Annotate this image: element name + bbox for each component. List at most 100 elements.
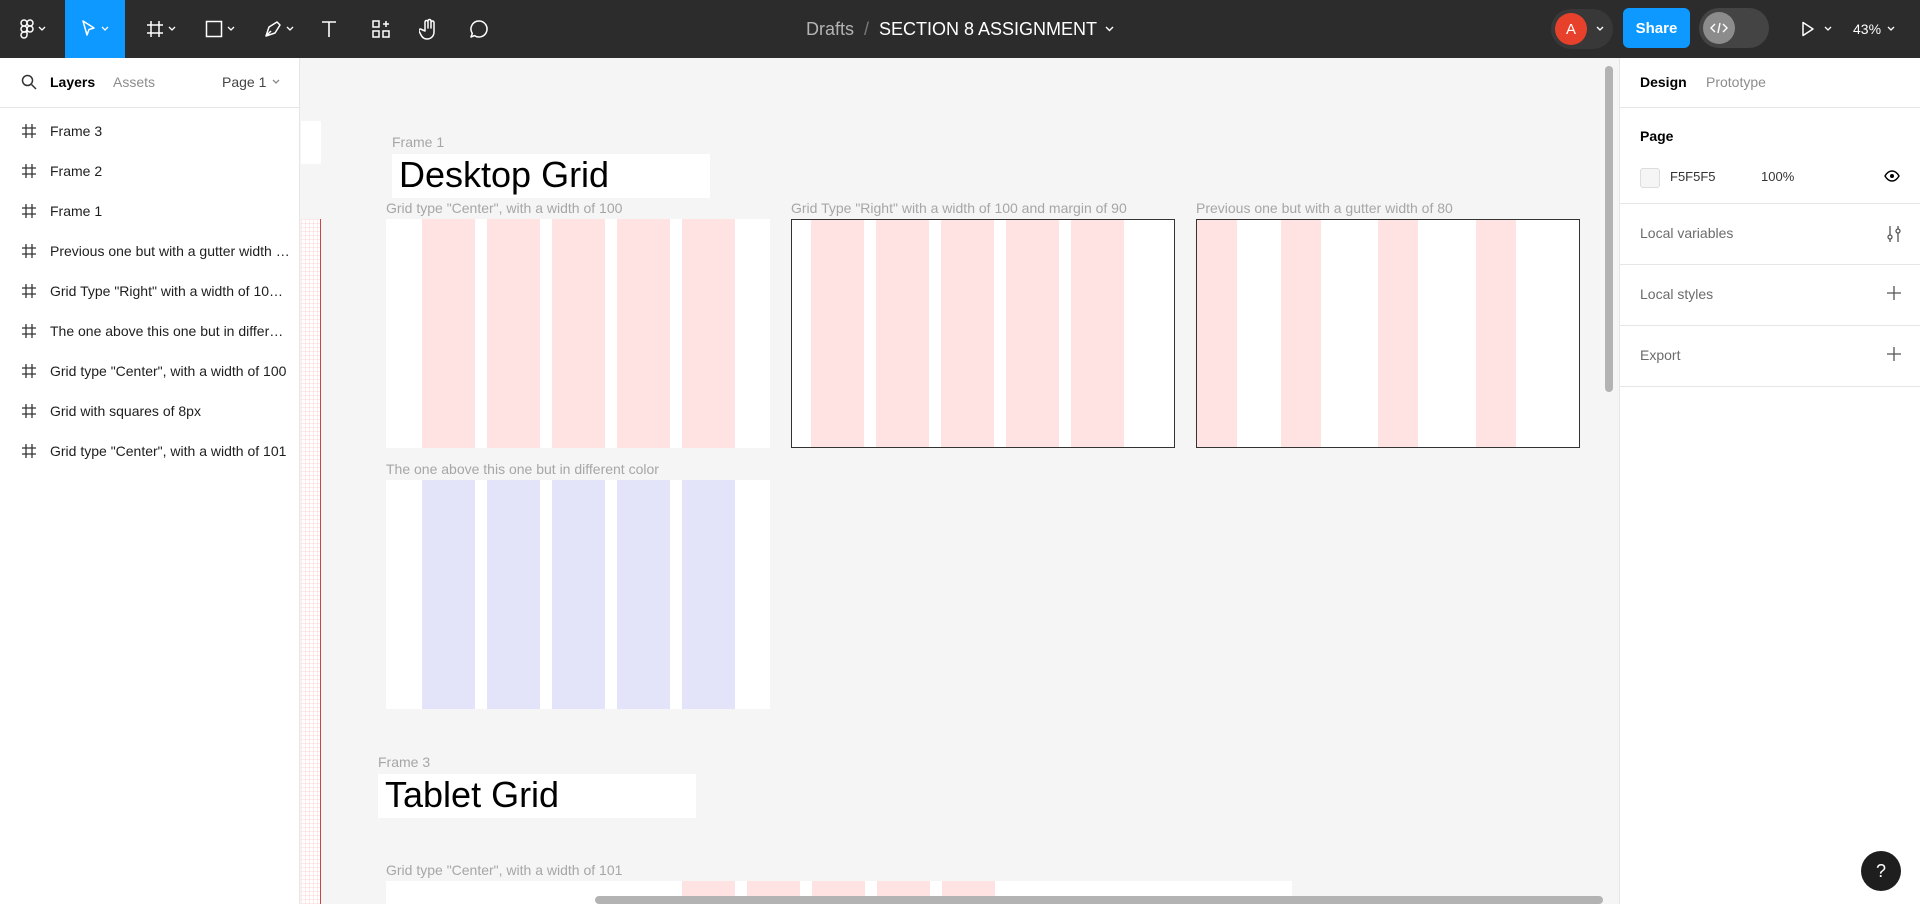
grid-frame-blue[interactable]	[386, 480, 770, 709]
pen-icon	[265, 21, 281, 37]
text-tool-button[interactable]	[316, 0, 342, 58]
present-button[interactable]	[1796, 0, 1836, 58]
frame1-label[interactable]: Frame 1	[392, 134, 444, 150]
layer-row[interactable]: Frame 2	[0, 152, 300, 192]
comment-tool-button[interactable]	[466, 0, 492, 58]
grid-frame-gutter[interactable]	[1196, 219, 1580, 448]
grid-column	[617, 480, 670, 709]
page-opacity[interactable]: 100%	[1761, 169, 1794, 184]
page-selector-label: Page 1	[222, 74, 267, 90]
layers-panel: Layers Assets Page 1 Frame 3 Frame 2 Frame…	[0, 58, 300, 904]
right-panel-tabs: Design Prototype	[1620, 58, 1920, 108]
grid-column	[682, 219, 735, 448]
chevron-down-icon	[1596, 26, 1604, 31]
grid5-label[interactable]: Grid type "Center", with a width of 101	[386, 862, 622, 878]
layer-row[interactable]: Frame 3	[0, 112, 300, 152]
chevron-down-icon[interactable]	[1105, 26, 1114, 32]
page-section: Page F5F5F5 100%	[1620, 108, 1920, 204]
page-color-swatch[interactable]	[1640, 168, 1660, 188]
grid-column	[682, 480, 735, 709]
grid-column	[1281, 220, 1321, 447]
frame-icon	[147, 21, 163, 37]
horizontal-scrollbar[interactable]	[595, 896, 1603, 904]
frame-icon	[22, 444, 36, 458]
shape-tool-button[interactable]	[199, 0, 241, 58]
frame-icon	[22, 404, 36, 418]
play-icon	[1801, 21, 1814, 37]
grid-column	[876, 220, 929, 447]
frame3-title: Tablet Grid	[385, 774, 560, 815]
grid-column	[487, 480, 540, 709]
share-button[interactable]: Share	[1623, 8, 1690, 48]
layer-row[interactable]: The one above this one but in different …	[0, 312, 300, 352]
page-selector[interactable]: Page 1	[222, 74, 280, 90]
chevron-down-icon	[227, 26, 235, 31]
help-button[interactable]: ?	[1861, 851, 1901, 891]
zoom-menu[interactable]: 43%	[1853, 0, 1895, 58]
frame-icon	[22, 124, 36, 138]
file-name-button[interactable]: SECTION 8 ASSIGNMENT	[879, 19, 1097, 40]
layer-row[interactable]: Grid type "Center", with a width of 101	[0, 432, 300, 472]
tab-design[interactable]: Design	[1640, 74, 1687, 90]
layer-label: Frame 3	[50, 123, 103, 139]
breadcrumb-drafts-link[interactable]: Drafts	[806, 19, 854, 40]
frame3-label[interactable]: Frame 3	[378, 754, 430, 770]
plus-icon[interactable]	[1886, 346, 1902, 362]
tab-assets[interactable]: Assets	[113, 74, 155, 90]
tab-prototype[interactable]: Prototype	[1706, 74, 1766, 90]
layer-label: Grid type "Center", with a width of 100	[50, 363, 287, 379]
dev-mode-knob	[1703, 12, 1735, 44]
variables-icon[interactable]	[1886, 224, 1902, 244]
main-menu-button[interactable]	[12, 0, 54, 58]
grid-column	[1197, 220, 1237, 447]
search-icon[interactable]	[21, 74, 37, 90]
frame-icon	[22, 244, 36, 258]
layer-row[interactable]: Previous one but with a gutter width of …	[0, 232, 300, 272]
plus-icon[interactable]	[1886, 285, 1902, 301]
frame-tool-button[interactable]	[140, 0, 182, 58]
frame-icon	[22, 204, 36, 218]
layer-row[interactable]: Grid Type "Right" with a width of 100 an…	[0, 272, 300, 312]
grid3-label[interactable]: Previous one but with a gutter width of …	[1196, 200, 1453, 216]
pen-tool-button[interactable]	[258, 0, 300, 58]
grid-frame-center[interactable]	[386, 219, 770, 448]
grid2-label[interactable]: Grid Type "Right" with a width of 100 an…	[791, 200, 1127, 216]
top-toolbar: Drafts / SECTION 8 ASSIGNMENT A Share 43…	[0, 0, 1920, 58]
vertical-scrollbar[interactable]	[1605, 66, 1613, 392]
grid4-label[interactable]: The one above this one but in different …	[386, 461, 659, 477]
square-grid-frame-edge[interactable]	[301, 219, 321, 904]
local-styles-section[interactable]: Local styles	[1620, 265, 1920, 326]
export-section[interactable]: Export	[1620, 326, 1920, 387]
local-variables-section[interactable]: Local variables	[1620, 204, 1920, 265]
layer-row[interactable]: Grid with squares of 8px	[0, 392, 300, 432]
frame-icon	[22, 284, 36, 298]
figma-logo-icon	[20, 19, 34, 39]
chevron-down-icon	[1887, 26, 1895, 31]
grid-frame-right[interactable]	[791, 219, 1175, 448]
tab-layers[interactable]: Layers	[50, 74, 95, 90]
grid-column	[422, 480, 475, 709]
hand-tool-button[interactable]	[416, 0, 442, 58]
grid-column	[1476, 220, 1516, 447]
frame-icon	[22, 164, 36, 178]
canvas[interactable]: Frame 1 Desktop Grid Grid type "Center",…	[301, 58, 1619, 904]
layer-label: Frame 2	[50, 163, 103, 179]
multiplayer-avatars[interactable]: A	[1551, 9, 1613, 49]
layer-label: Grid Type "Right" with a width of 100 an…	[50, 283, 290, 299]
page-color-hex[interactable]: F5F5F5	[1670, 169, 1716, 184]
avatar: A	[1555, 13, 1587, 45]
resources-tool-button[interactable]	[368, 0, 394, 58]
eye-icon[interactable]	[1884, 170, 1900, 182]
grid-column	[1378, 220, 1418, 447]
resources-icon	[372, 20, 390, 38]
layer-label: Grid with squares of 8px	[50, 403, 201, 419]
move-tool-button[interactable]	[65, 0, 125, 58]
grid-column	[811, 220, 864, 447]
layer-row[interactable]: Frame 1	[0, 192, 300, 232]
grid1-label[interactable]: Grid type "Center", with a width of 100	[386, 200, 622, 216]
layer-row[interactable]: Grid type "Center", with a width of 100	[0, 352, 300, 392]
grid-column	[552, 219, 605, 448]
dev-mode-toggle[interactable]	[1699, 8, 1769, 48]
offscreen-frame-edge[interactable]	[301, 121, 321, 164]
layer-label: Grid type "Center", with a width of 101	[50, 443, 287, 459]
